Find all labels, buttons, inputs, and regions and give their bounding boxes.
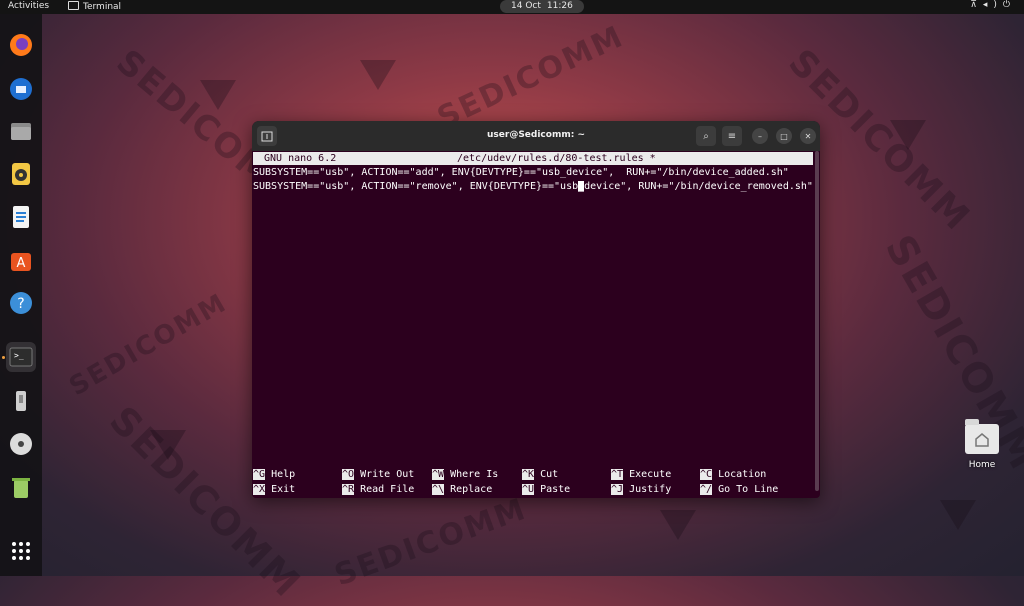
code-line-2-end: device", RUN+="/bin/device_removed.sh" <box>584 181 813 192</box>
app-menu-terminal[interactable]: Terminal <box>68 1 121 12</box>
writer-launcher[interactable] <box>6 202 36 232</box>
watermark-text: SEDICOMM <box>330 491 532 594</box>
close-icon: ✕ <box>804 131 812 141</box>
watermark-triangle <box>150 430 186 460</box>
folder-icon <box>11 123 31 140</box>
watermark-triangle <box>360 60 396 90</box>
code-line-2[interactable]: SUBSYSTEM=="usb", ACTION=="remove", ENV{… <box>253 180 813 194</box>
shortcut-execute[interactable]: ^T Execute <box>611 468 671 482</box>
network-icon: ⊼ <box>970 0 983 10</box>
svg-text:A: A <box>17 256 26 271</box>
nano-filename: /etc/udev/rules.d/80-test.rules * <box>457 153 656 164</box>
menu-button[interactable]: ≡ <box>722 126 742 146</box>
shortcut-cut[interactable]: ^K Cut <box>522 468 558 482</box>
watermark-triangle <box>890 120 926 150</box>
search-button[interactable]: ⌕ <box>696 126 716 146</box>
shortcut-help[interactable]: ^G Help <box>253 468 295 482</box>
watermark-triangle <box>940 500 976 530</box>
search-icon: ⌕ <box>703 130 709 142</box>
svg-text:?: ? <box>17 296 24 312</box>
minimize-icon: – <box>758 131 762 141</box>
app-menu-label: Terminal <box>83 2 122 12</box>
svg-text:>_: >_ <box>14 351 24 360</box>
code-line-2-start: SUBSYSTEM=="usb", ACTION=="remove", ENV{… <box>253 181 579 192</box>
terminal-icon: >_ <box>9 347 33 367</box>
clock[interactable]: 14 Oct 11:26 <box>500 0 584 13</box>
code-line-1[interactable]: SUBSYSTEM=="usb", ACTION=="add", ENV{DEV… <box>253 166 789 180</box>
shortcut-location[interactable]: ^C Location <box>700 468 766 482</box>
terminal-window[interactable]: user@Sedicomm: ~ ⌕ ≡ – □ ✕ GNU nano 6.2 … <box>252 121 820 498</box>
firefox-launcher[interactable] <box>6 30 36 60</box>
running-indicator <box>2 356 5 359</box>
watermark-triangle <box>200 80 236 110</box>
shortcut-write-out[interactable]: ^O Write Out <box>342 468 414 482</box>
house-icon <box>975 433 989 447</box>
shortcut-where-is[interactable]: ^W Where Is <box>432 468 498 482</box>
rhythmbox-launcher[interactable] <box>6 159 36 189</box>
hamburger-icon: ≡ <box>727 130 737 142</box>
close-button[interactable]: ✕ <box>800 128 816 144</box>
firefox-icon <box>10 34 32 56</box>
maximize-icon: □ <box>780 131 788 141</box>
help-icon: ? <box>10 292 32 314</box>
terminal-scrollbar[interactable] <box>815 151 819 491</box>
top-bar: Activities Terminal 14 Oct 11:26 ⊼◂)⏻ <box>0 0 1024 14</box>
app-grid-icon <box>12 542 30 560</box>
system-tray[interactable]: ⊼◂)⏻ <box>970 0 1016 10</box>
help-launcher[interactable]: ? <box>6 288 36 318</box>
minimize-button[interactable]: – <box>752 128 768 144</box>
trash-icon <box>12 478 30 498</box>
watermark-text: SEDICOMM <box>64 287 233 403</box>
dvd-launcher[interactable] <box>6 429 36 459</box>
software-launcher[interactable]: A <box>6 245 36 275</box>
terminal-launcher[interactable]: >_ <box>6 342 36 372</box>
nano-header-bar: GNU nano 6.2 /etc/udev/rules.d/80-test.r… <box>253 152 813 165</box>
terminal-icon <box>68 1 79 10</box>
shortcut-paste[interactable]: ^U Paste <box>522 483 570 497</box>
window-titlebar[interactable]: user@Sedicomm: ~ ⌕ ≡ – □ ✕ <box>252 121 820 151</box>
shortcut-justify[interactable]: ^J Justify <box>611 483 671 497</box>
maximize-button[interactable]: □ <box>776 128 792 144</box>
shortcut-read-file[interactable]: ^R Read File <box>342 483 414 497</box>
trash-launcher[interactable] <box>6 472 36 502</box>
power-icon: ⏻ <box>1002 0 1016 10</box>
files-launcher[interactable] <box>6 116 36 146</box>
thunderbird-icon <box>10 78 32 100</box>
home-folder-icon <box>965 419 999 454</box>
shortcut-go-to-line[interactable]: ^/ Go To Line <box>700 483 778 497</box>
desktop-home-folder[interactable]: Home <box>962 419 1002 470</box>
nano-version: GNU nano 6.2 <box>264 153 337 164</box>
watermark-text: SEDICOMM <box>432 19 630 136</box>
disc-icon <box>10 433 32 455</box>
usb-icon <box>16 391 26 411</box>
thunderbird-launcher[interactable] <box>6 74 36 104</box>
shopping-bag-icon: A <box>11 253 31 271</box>
speaker-icon <box>12 163 30 185</box>
clock-time: 11:26 <box>546 1 573 11</box>
dock: A ? >_ <box>0 14 42 576</box>
nano-editor[interactable]: GNU nano 6.2 /etc/udev/rules.d/80-test.r… <box>252 151 814 498</box>
document-icon <box>13 206 29 228</box>
usb-drive-launcher[interactable] <box>6 386 36 416</box>
shortcut-replace[interactable]: ^\ Replace <box>432 483 492 497</box>
activities-button[interactable]: Activities <box>8 1 49 11</box>
watermark-triangle <box>660 510 696 540</box>
show-apps-button[interactable] <box>6 536 36 566</box>
volume-icon: ◂) <box>982 0 1003 10</box>
home-folder-label: Home <box>968 460 996 470</box>
shortcut-exit[interactable]: ^X Exit <box>253 483 295 497</box>
clock-date: 14 Oct <box>511 1 541 11</box>
